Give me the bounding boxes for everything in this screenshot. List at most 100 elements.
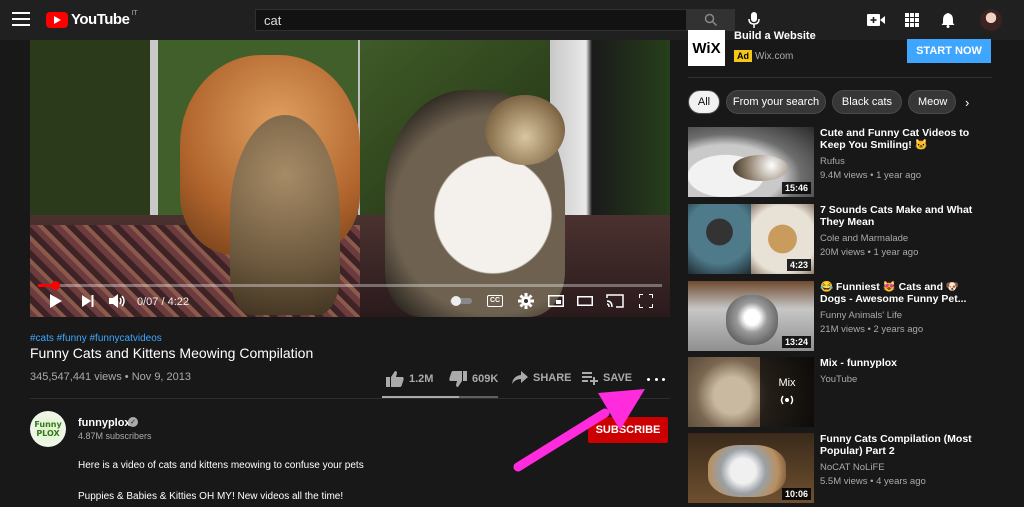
youtube-logo[interactable]: YouTube IT [46, 10, 138, 28]
video-player[interactable]: 0/07 / 4:22 CC [30, 40, 670, 317]
surprised-cat [726, 295, 778, 345]
share-button[interactable]: SHARE [512, 371, 572, 385]
cat-in-bread [708, 445, 786, 497]
hashtags[interactable]: #cats #funny #funnycatvideos [30, 333, 162, 344]
recommendation-title: Funny Cats Compilation (Most Popular) Pa… [820, 433, 972, 457]
channel-subscribers: 4.87M subscribers [78, 431, 152, 441]
logo-text: YouTube [71, 11, 130, 28]
chip-meow[interactable]: Meow [908, 90, 956, 114]
add-to-playlist-icon [582, 372, 598, 385]
video-thumbnail[interactable]: 4:23 [688, 204, 814, 274]
recommendation-meta: 9.4M views • 1 year ago [820, 170, 922, 181]
ad-domain: Wix.com [755, 51, 794, 62]
recommendation-item[interactable]: 15:46 Cute and Funny Cat Videos to Keep … [688, 127, 988, 197]
duration-badge: 13:24 [781, 336, 811, 348]
chevron-right-icon[interactable]: › [965, 95, 969, 110]
recommendation-channel: Funny Animals' Life [820, 310, 903, 321]
theater-mode-icon[interactable] [576, 292, 594, 310]
more-actions-button[interactable] [647, 372, 665, 386]
share-label: SHARE [533, 372, 572, 384]
mix-thumbnail[interactable]: Mix [688, 357, 814, 427]
search-button[interactable] [687, 9, 735, 31]
ad-badge: Ad [734, 50, 752, 62]
recommendation-item[interactable]: 13:24 😂 Funniest 😻 Cats and 🐶 Dogs - Awe… [688, 281, 988, 351]
description-line-1: Here is a video of cats and kittens meow… [78, 460, 364, 471]
logo-country: IT [131, 10, 138, 17]
info-divider [30, 398, 670, 399]
black-cat-frame [688, 204, 751, 274]
video-title: Funny Cats and Kittens Meowing Compilati… [30, 345, 314, 361]
like-button[interactable]: 1.2M [386, 371, 433, 387]
progress-bar[interactable] [38, 281, 662, 290]
captions-icon[interactable]: CC [486, 292, 504, 310]
description-line-2: Puppies & Babies & Kitties OH MY! New vi… [78, 491, 344, 502]
views-date: 345,547,441 views • Nov 9, 2013 [30, 371, 192, 383]
progress-scrubber[interactable] [50, 281, 60, 290]
video-thumbnail[interactable]: 15:46 [688, 127, 814, 197]
notifications-bell-icon[interactable] [940, 10, 956, 30]
cast-icon[interactable] [605, 292, 625, 310]
recommendation-channel: Cole and Marmalade [820, 233, 909, 244]
cat-in-sink [733, 155, 788, 181]
miniplayer-icon[interactable] [547, 292, 565, 310]
like-count: 1.2M [409, 373, 434, 385]
recommendation-title: 7 Sounds Cats Make and What They Mean [820, 204, 973, 228]
white-cat-head [485, 95, 565, 165]
dislike-count: 609K [472, 373, 499, 385]
create-video-icon[interactable] [867, 10, 885, 30]
dislike-button[interactable]: 609K [449, 371, 498, 387]
thumbs-up-icon [386, 371, 404, 387]
verified-check-icon: ✓ [128, 417, 138, 427]
recommendation-title: 😂 Funniest 😻 Cats and 🐶 Dogs - Awesome F… [820, 281, 967, 305]
play-icon[interactable] [48, 292, 64, 310]
chip-all[interactable]: All [688, 90, 720, 114]
channel-name[interactable]: funnyplox [78, 417, 131, 429]
video-thumbnail[interactable]: 13:24 [688, 281, 814, 351]
subscribe-button[interactable]: SUBSCRIBE [588, 417, 668, 443]
channel-avatar-text-1: Funny [34, 420, 62, 429]
search-icon [704, 13, 718, 27]
apps-grid-icon[interactable] [904, 10, 920, 30]
ad-card[interactable]: WiX Build a Website Ad Wix.com START NOW [688, 30, 992, 78]
duration-badge: 4:23 [786, 259, 811, 271]
ad-divider [688, 77, 992, 78]
recommendation-item[interactable]: Mix Mix - funnyplox YouTube [688, 357, 988, 427]
channel-avatar[interactable]: Funny PLOX [30, 411, 66, 447]
save-button[interactable]: SAVE [582, 371, 632, 385]
radio-waves-icon [780, 395, 794, 405]
channel-avatar-text-2: PLOX [36, 429, 60, 438]
menu-icon[interactable] [12, 12, 30, 26]
recommendation-item[interactable]: 4:23 7 Sounds Cats Make and What They Me… [688, 204, 988, 274]
recommendation-item[interactable]: 10:06 Funny Cats Compilation (Most Popul… [688, 433, 988, 503]
recommendation-meta: 21M views • 2 years ago [820, 324, 924, 335]
ad-start-now-button[interactable]: START NOW [907, 39, 991, 63]
fullscreen-icon[interactable] [637, 292, 655, 310]
mix-overlay: Mix [760, 357, 814, 427]
ad-logo: WiX [688, 30, 725, 66]
ad-title: Build a Website [734, 30, 816, 42]
settings-gear-icon[interactable] [517, 292, 535, 310]
recommendation-channel: NoCAT NoLiFE [820, 462, 885, 473]
chip-from-your-search[interactable]: From your search [726, 90, 826, 114]
recommendation-channel: YouTube [820, 374, 858, 385]
recommendation-meta: 20M views • 1 year ago [820, 247, 919, 258]
youtube-play-icon [46, 11, 68, 28]
duration-badge: 15:46 [781, 182, 811, 194]
recommendation-title: Cute and Funny Cat Videos to Keep You Sm… [820, 127, 970, 151]
share-icon [512, 371, 528, 384]
microphone-icon[interactable] [746, 10, 762, 30]
video-thumbnail[interactable]: 10:06 [688, 433, 814, 503]
mix-label: Mix [778, 377, 796, 389]
avatar[interactable] [980, 9, 1002, 31]
captions-label: CC [486, 295, 504, 307]
next-icon[interactable] [80, 292, 96, 310]
volume-icon[interactable] [108, 292, 128, 310]
search-input[interactable]: cat [255, 9, 687, 31]
duration-badge: 10:06 [781, 488, 811, 500]
recommendation-channel: Rufus [820, 156, 845, 167]
autoplay-toggle[interactable] [450, 292, 472, 310]
recommendation-meta: 5.5M views • 4 years ago [820, 476, 926, 487]
recommendation-title: Mix - funnyplox [820, 357, 897, 369]
chip-black-cats[interactable]: Black cats [832, 90, 902, 114]
time-readout: 0/07 / 4:22 [137, 296, 189, 308]
